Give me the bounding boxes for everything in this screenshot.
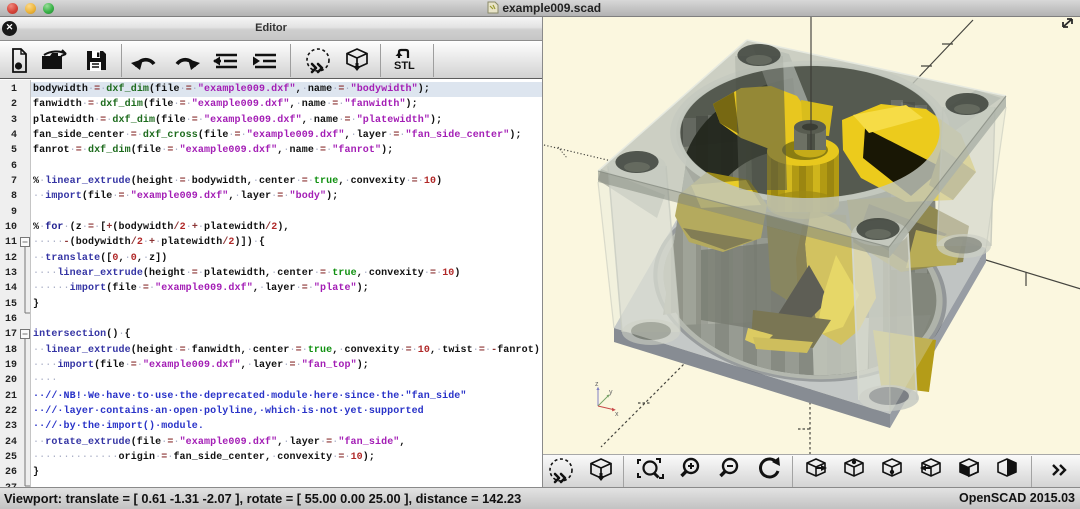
svg-text:STL: STL xyxy=(394,60,415,72)
svg-text:z: z xyxy=(595,381,599,388)
svg-text:y: y xyxy=(609,389,613,396)
svg-text:x: x xyxy=(615,411,619,418)
